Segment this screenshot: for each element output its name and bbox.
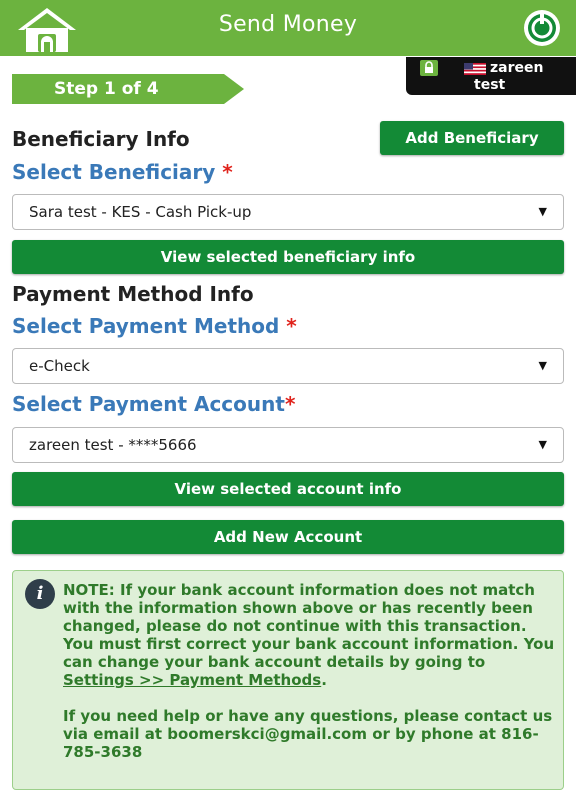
user-first-name: zareen (490, 60, 544, 76)
select-payment-method-label: Select Payment Method * (12, 314, 297, 338)
power-lock-icon (524, 10, 560, 46)
user-badge[interactable]: zareen test (406, 57, 576, 95)
payment-account-select[interactable]: zareen test - ****5666 ▼ (12, 427, 564, 463)
required-mark: * (222, 160, 233, 184)
beneficiary-select[interactable]: Sara test - KES - Cash Pick-up ▼ (12, 194, 564, 230)
caret-down-icon: ▼ (538, 205, 547, 218)
payment-method-value: e-Check (29, 357, 90, 375)
payment-methods-settings-link[interactable]: Settings >> Payment Methods (63, 671, 321, 689)
required-mark: * (284, 392, 296, 416)
caret-down-icon: ▼ (538, 359, 547, 372)
user-last-name: test (474, 77, 506, 93)
view-account-info-button[interactable]: View selected account info (12, 472, 564, 506)
add-beneficiary-button[interactable]: Add Beneficiary (380, 121, 564, 155)
lock-icon (420, 60, 438, 76)
select-payment-account-label: Select Payment Account* (12, 392, 296, 416)
payment-account-value: zareen test - ****5666 (29, 436, 197, 454)
payment-method-select[interactable]: e-Check ▼ (12, 348, 564, 384)
bank-info-note: i NOTE: If your bank account information… (12, 570, 564, 790)
note-text: NOTE: If your bank account information d… (63, 581, 555, 761)
view-beneficiary-info-button[interactable]: View selected beneficiary info (12, 240, 564, 274)
help-contact-text: If you need help or have any questions, … (63, 707, 553, 761)
beneficiary-section-title: Beneficiary Info (12, 127, 190, 151)
add-new-account-button[interactable]: Add New Account (12, 520, 564, 554)
beneficiary-selected-value: Sara test - KES - Cash Pick-up (29, 203, 252, 221)
payment-section-title: Payment Method Info (12, 282, 254, 306)
select-beneficiary-label: Select Beneficiary * (12, 160, 233, 184)
page-title: Send Money (218, 12, 358, 37)
app-header: Send Money (0, 0, 576, 56)
caret-down-icon: ▼ (538, 438, 547, 451)
step-indicator: Step 1 of 4 (12, 74, 244, 104)
info-icon: i (25, 579, 55, 609)
us-flag-icon (464, 63, 486, 75)
logout-button[interactable] (518, 8, 566, 48)
required-mark: * (286, 314, 297, 338)
